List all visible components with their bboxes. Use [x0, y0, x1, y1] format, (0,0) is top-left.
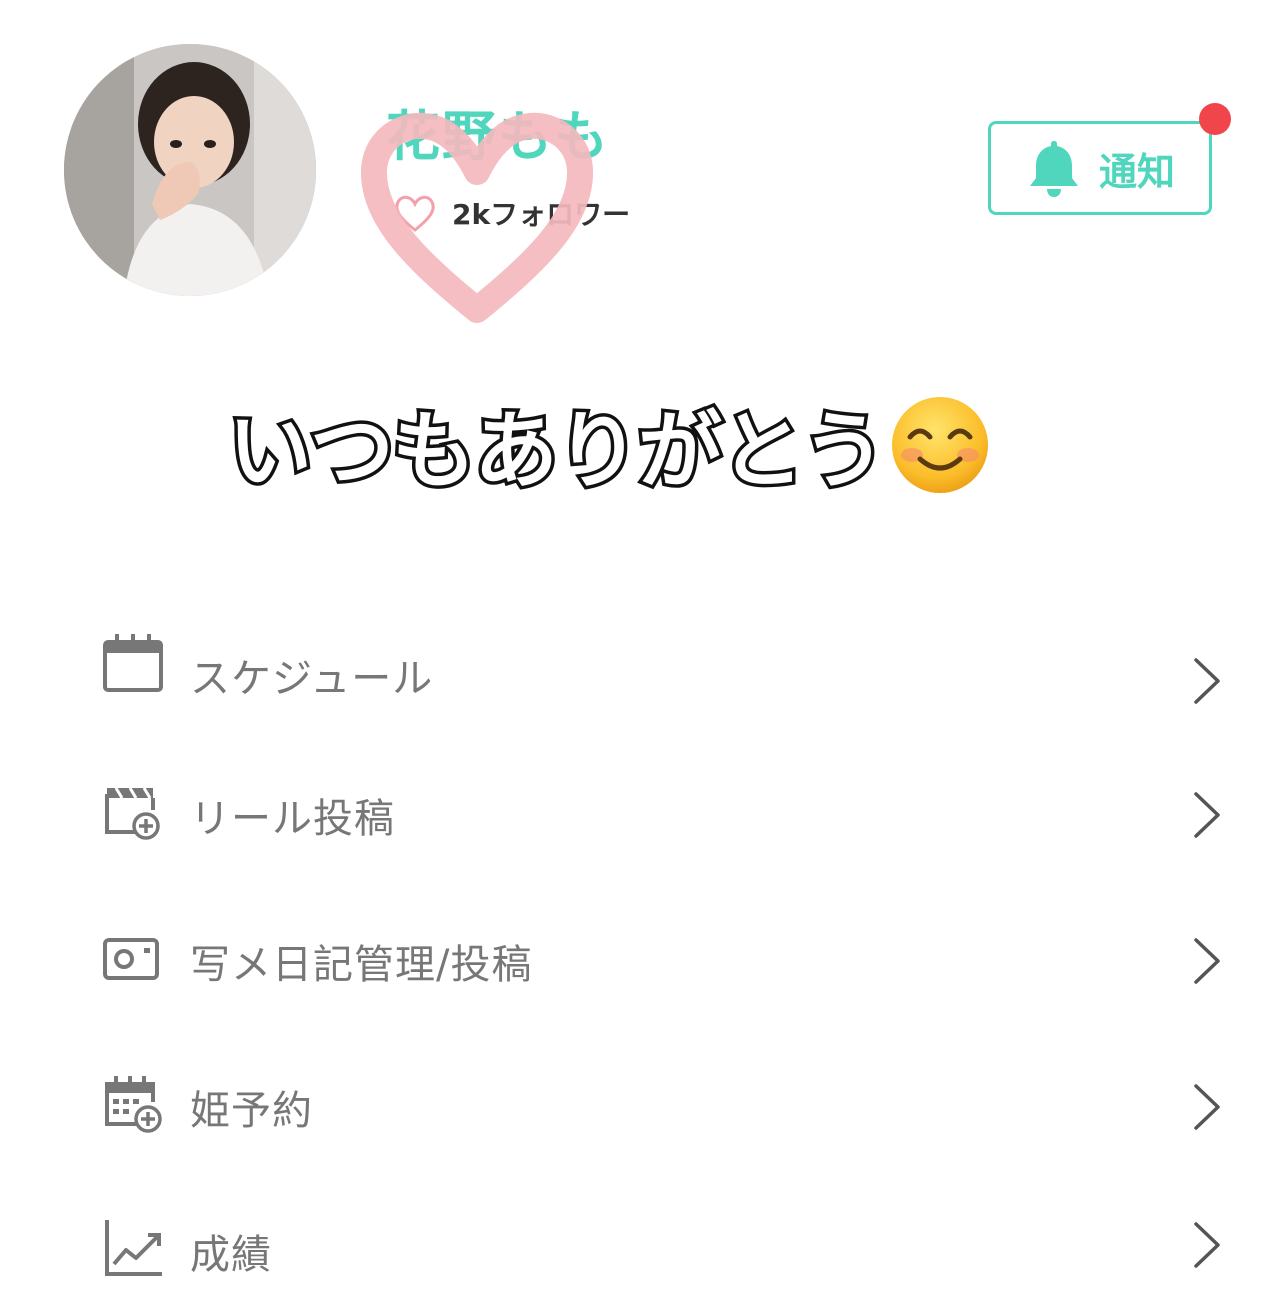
menu-label-hime-reservation: 姫予約 — [190, 1088, 313, 1134]
chevron-right-icon — [1194, 938, 1220, 984]
chart-icon — [105, 1220, 162, 1276]
video-add-icon — [105, 787, 160, 840]
chevron-right-icon — [1194, 658, 1220, 704]
calendar-icon — [103, 634, 163, 692]
bell-icon — [1029, 141, 1078, 197]
banner-text: いつもありがとう — [224, 399, 889, 504]
photo-icon — [103, 938, 159, 980]
avatar-photo — [64, 44, 316, 296]
menu-label-photo-diary: 写メ日記管理/投稿 — [190, 942, 533, 988]
menu-item-schedule[interactable]: スケジュール — [0, 604, 1280, 724]
thanks-banner: いつもありがとう — [224, 384, 992, 505]
chevron-right-icon — [1194, 1222, 1220, 1268]
menu-label-reel-post: リール投稿 — [190, 796, 395, 842]
unread-badge — [1199, 103, 1231, 135]
menu-item-photo-diary[interactable]: 写メ日記管理/投稿 — [0, 896, 1280, 1016]
chevron-right-icon — [1194, 1084, 1220, 1130]
menu-item-reel-post[interactable]: リール投稿 — [0, 750, 1280, 870]
calendar-add-icon — [105, 1076, 162, 1133]
profile-avatar[interactable] — [64, 44, 316, 296]
smiling-face-emoji-icon — [892, 396, 989, 493]
notification-button[interactable]: 通知 — [988, 121, 1212, 215]
menu-item-hime-reservation[interactable]: 姫予約 — [0, 1042, 1280, 1162]
menu-label-performance: 成績 — [190, 1232, 272, 1278]
menu-label-schedule: スケジュール — [190, 656, 434, 702]
chevron-right-icon — [1194, 792, 1220, 838]
menu-item-performance[interactable]: 成績 — [0, 1188, 1280, 1308]
heart-sticker-icon — [361, 112, 593, 323]
notification-label: 通知 — [1098, 149, 1175, 194]
